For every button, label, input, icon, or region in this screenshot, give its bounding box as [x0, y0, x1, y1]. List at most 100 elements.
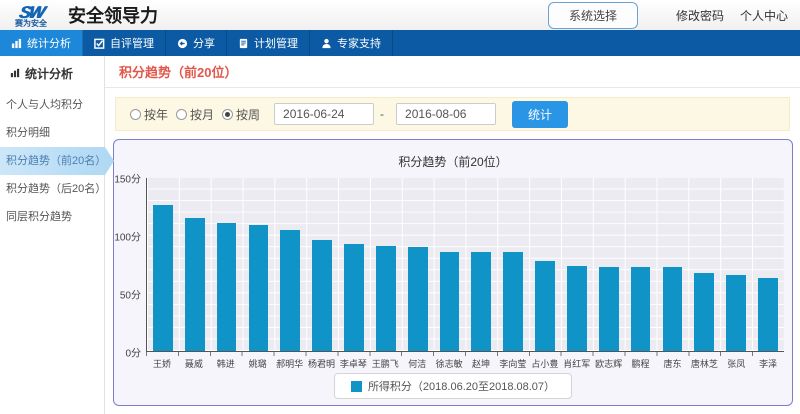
y-axis-tick-label: 0分	[125, 345, 141, 360]
bar-column	[657, 178, 689, 351]
bar-column	[434, 178, 466, 351]
sidebar-item-points-trend-top20[interactable]: 积分趋势（前20名）	[0, 147, 114, 175]
x-axis-label: 韩进	[210, 357, 242, 370]
chart-panel: 积分趋势（前20位） 0分50分100分150分 王娇聂威韩进姚璐郝明华杨君明李…	[113, 139, 793, 406]
bar-column	[274, 178, 306, 351]
x-axis-label: 郝明华	[274, 357, 306, 370]
x-axis-label: 李泽	[752, 357, 784, 370]
y-axis-tick-label: 100分	[114, 229, 141, 244]
logo-sw-text: SW	[0, 4, 64, 21]
x-axis-labels: 王娇聂威韩进姚璐郝明华杨君明李卓琴王鹏飞何洁徐志敏赵坤李向莹占小豊肖红军欧志辉鹏…	[146, 357, 784, 370]
tab-expert-support[interactable]: 专家支持	[310, 30, 393, 56]
legend-row: 所得积分（2018.06.20至2018.08.07）	[114, 373, 792, 399]
x-axis-label: 聂威	[178, 357, 210, 370]
topbar-actions: 系统选择 修改密码 个人中心	[548, 2, 800, 29]
bar-column	[529, 178, 561, 351]
bar-column	[752, 178, 784, 351]
bar-column	[306, 178, 338, 351]
x-axis-label: 赵坤	[465, 357, 497, 370]
sidebar-item-points-detail[interactable]: 积分明细	[0, 119, 104, 147]
bar-column	[147, 178, 179, 351]
date-from-input[interactable]	[274, 103, 374, 125]
main-panel: 积分趋势（前20位） 按年 按月 按周 - 统计	[105, 56, 800, 414]
bar-赵坤	[471, 252, 491, 351]
radio-by-month[interactable]: 按月	[176, 106, 214, 123]
company-logo[interactable]: SW 赛为安全	[0, 2, 62, 28]
self-eval-check-icon	[94, 38, 105, 49]
bar-鹏程	[631, 267, 651, 351]
bar-chart-icon	[11, 38, 22, 49]
x-axis-label: 杨君明	[306, 357, 338, 370]
bar-column	[720, 178, 752, 351]
x-axis-label: 王娇	[146, 357, 178, 370]
x-axis-label: 何洁	[401, 357, 433, 370]
bar-column	[593, 178, 625, 351]
sidebar-item-personal-average-points[interactable]: 个人与人均积分	[0, 91, 104, 119]
bar-韩进	[217, 223, 237, 351]
bar-column	[688, 178, 720, 351]
radio-by-year[interactable]: 按年	[130, 106, 168, 123]
x-axis-label: 张凤	[720, 357, 752, 370]
radio-label: 按周	[236, 106, 260, 123]
personal-center-link[interactable]: 个人中心	[740, 7, 788, 24]
bar-column	[465, 178, 497, 351]
expert-person-icon	[321, 38, 332, 49]
x-axis-label: 李卓琴	[337, 357, 369, 370]
bar-占小豊	[535, 261, 555, 351]
bar-column	[243, 178, 275, 351]
change-password-link[interactable]: 修改密码	[676, 7, 724, 24]
y-axis-tick-label: 50分	[120, 287, 141, 302]
x-axis-label: 姚璐	[242, 357, 274, 370]
bar-chart-icon	[10, 67, 20, 81]
page: SW 赛为安全 安全领导力 系统选择 修改密码 个人中心 统计分析 自评管理	[0, 0, 800, 414]
app-title: 安全领导力	[68, 2, 158, 28]
tab-label: 分享	[193, 35, 215, 51]
bar-郝明华	[280, 230, 300, 351]
bar-张凤	[726, 275, 746, 351]
y-axis-tick-label: 150分	[114, 171, 141, 186]
radio-label: 按月	[190, 106, 214, 123]
x-axis-label: 占小豊	[529, 357, 561, 370]
plan-document-icon	[238, 38, 249, 49]
bar-column	[625, 178, 657, 351]
bar-唐林芝	[694, 273, 714, 351]
main-nav: 统计分析 自评管理 分享 计划管理 专家支持	[0, 30, 800, 56]
bar-column	[561, 178, 593, 351]
legend-swatch-icon	[351, 381, 362, 392]
x-axis-label: 肖红军	[561, 357, 593, 370]
system-select-button[interactable]: 系统选择	[548, 2, 638, 29]
radio-circle-icon[interactable]	[130, 109, 141, 120]
bar-唐东	[663, 267, 683, 351]
x-axis-label: 李向莹	[497, 357, 529, 370]
tab-label: 计划管理	[254, 35, 298, 51]
bar-column	[338, 178, 370, 351]
bar-肖红军	[567, 266, 587, 351]
date-to-input[interactable]	[396, 103, 496, 125]
bar-chart-plot	[146, 178, 784, 352]
tab-label: 自评管理	[110, 35, 154, 51]
sidebar-item-points-trend-bottom20[interactable]: 积分趋势（后20名）	[0, 175, 104, 203]
bar-李卓琴	[344, 244, 364, 351]
tab-self-evaluation[interactable]: 自评管理	[83, 30, 166, 56]
y-axis: 0分50分100分150分	[114, 178, 145, 352]
tab-statistics[interactable]: 统计分析	[0, 30, 83, 56]
legend-item[interactable]: 所得积分（2018.06.20至2018.08.07）	[334, 373, 572, 399]
x-axis-label: 王鹏飞	[369, 357, 401, 370]
bar-欧志辉	[599, 267, 619, 351]
tab-plan-management[interactable]: 计划管理	[227, 30, 310, 56]
x-axis-label: 唐东	[657, 357, 689, 370]
x-axis-label: 徐志敏	[433, 357, 465, 370]
sidebar-item-same-level-points-trend[interactable]: 同层积分趋势	[0, 203, 104, 231]
statistics-submit-button[interactable]: 统计	[512, 101, 568, 128]
filter-bar: 按年 按月 按周 - 统计	[115, 97, 790, 131]
bar-何洁	[408, 247, 428, 351]
radio-circle-icon[interactable]	[176, 109, 187, 120]
content-area: 统计分析 个人与人均积分 积分明细 积分趋势（前20名） 积分趋势（后20名） …	[0, 56, 800, 414]
bar-王娇	[153, 205, 173, 351]
bar-column	[497, 178, 529, 351]
bar-column	[370, 178, 402, 351]
sidebar-title-label: 统计分析	[25, 65, 73, 82]
tab-share[interactable]: 分享	[166, 30, 227, 56]
radio-by-week[interactable]: 按周	[222, 106, 260, 123]
radio-circle-icon[interactable]	[222, 109, 233, 120]
